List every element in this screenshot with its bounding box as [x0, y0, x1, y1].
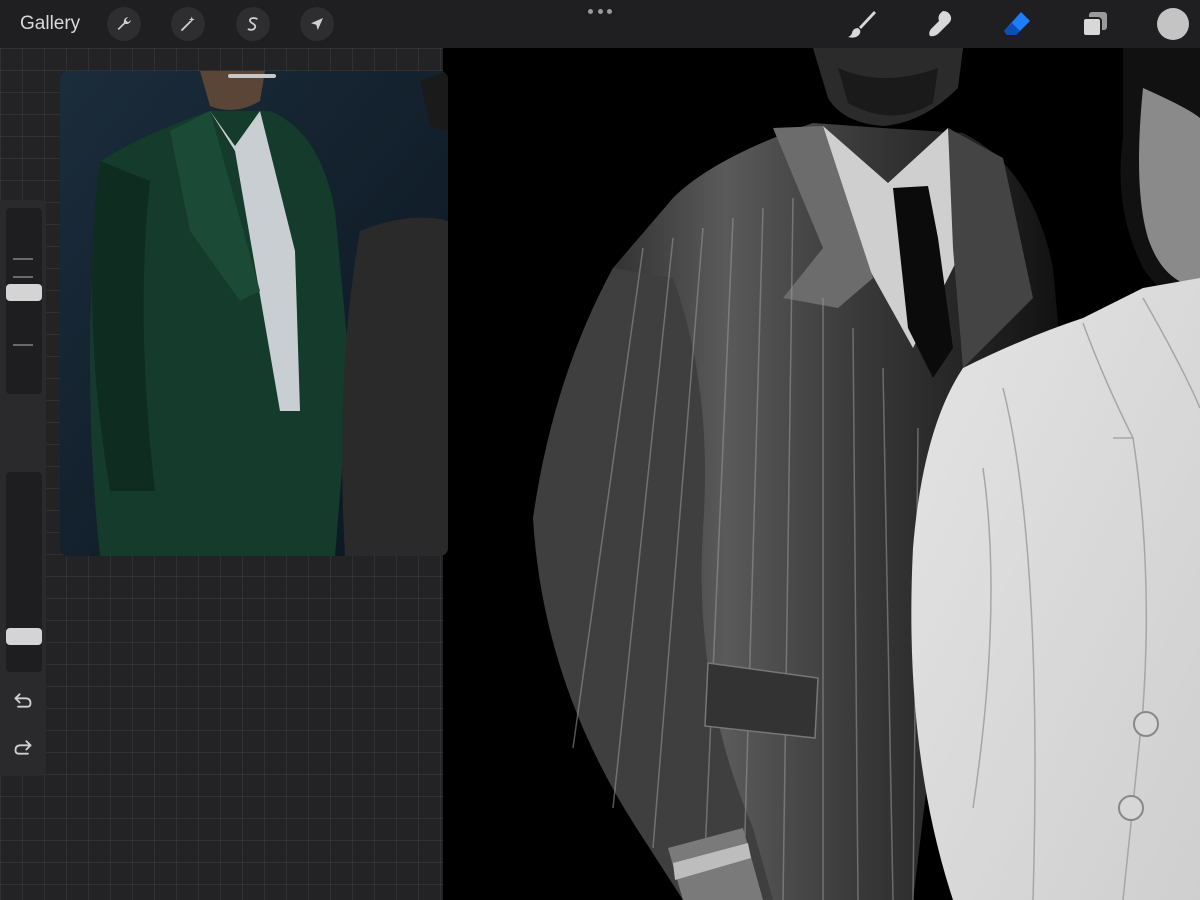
reference-window[interactable]: [60, 71, 448, 556]
eraser-icon: [1004, 12, 1030, 35]
reference-photo: [60, 71, 448, 556]
selection-button[interactable]: [236, 7, 270, 41]
dot: [597, 8, 603, 14]
sidebar: [0, 200, 46, 776]
adjustments-button[interactable]: [171, 7, 205, 41]
size-tick: [13, 276, 33, 278]
dot: [588, 8, 593, 14]
wrench-icon: [117, 17, 131, 30]
redo-icon: [14, 740, 32, 755]
transform-button[interactable]: [300, 7, 334, 41]
smudge-icon: [929, 11, 952, 37]
magic-wand-icon: [181, 16, 195, 31]
layers-icon: [1082, 12, 1107, 37]
undo-icon: [14, 693, 32, 708]
brush-size-thumb[interactable]: [6, 284, 42, 302]
reference-drag-handle[interactable]: [228, 74, 276, 78]
selection-s-icon: [247, 17, 258, 31]
opacity-thumb[interactable]: [6, 627, 42, 645]
procreate-app: Gallery: [0, 0, 1200, 900]
dot: [607, 8, 612, 14]
top-toolbar: Gallery: [0, 0, 1200, 48]
size-tick: [13, 344, 33, 346]
paintbrush-icon: [848, 11, 876, 38]
smudge-button[interactable]: [924, 8, 956, 40]
more-options-button[interactable]: [588, 6, 612, 16]
undo-button[interactable]: [11, 688, 35, 712]
artwork: [443, 48, 1200, 900]
gallery-button[interactable]: Gallery: [20, 12, 80, 36]
brush-button[interactable]: [846, 8, 878, 40]
layers-button[interactable]: [1079, 8, 1111, 40]
arrow-cursor-icon: [311, 18, 323, 30]
redo-button[interactable]: [11, 735, 35, 759]
color-picker-button[interactable]: [1157, 8, 1189, 40]
eraser-button[interactable]: [1001, 8, 1033, 40]
drawing-canvas[interactable]: [443, 48, 1200, 900]
size-tick: [13, 258, 33, 260]
actions-button[interactable]: [107, 7, 141, 41]
